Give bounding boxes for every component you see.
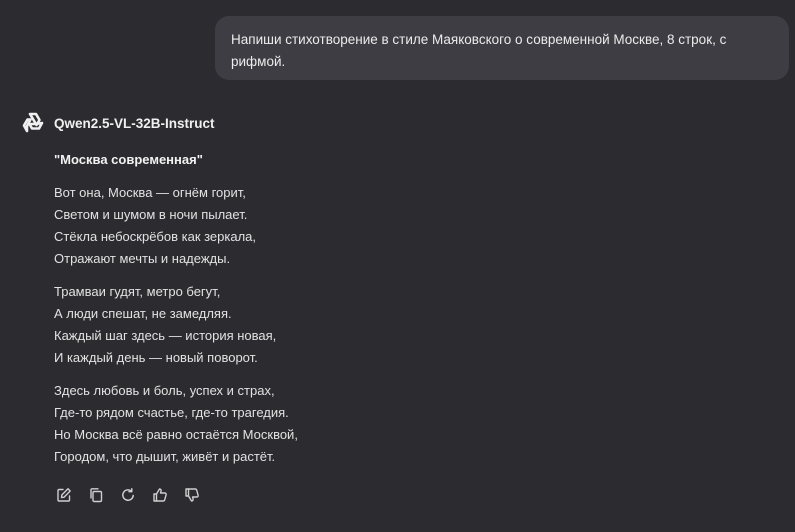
poem-line: Вот она, Москва — огнём горит, xyxy=(54,185,246,200)
poem-line: Городом, что дышит, живёт и растёт. xyxy=(54,449,276,464)
assistant-header: Qwen2.5-VL-32B-Instruct xyxy=(20,110,215,136)
thumbs-up-icon xyxy=(153,488,167,502)
poem-line: Здесь любовь и боль, успех и страх, xyxy=(54,383,275,398)
copy-icon xyxy=(90,488,103,503)
qwen-logo-icon xyxy=(20,110,46,136)
poem-line: И каждый день — новый поворот. xyxy=(54,350,258,365)
poem-stanza: Трамваи гудят, метро бегут, А люди спеша… xyxy=(54,281,754,369)
poem-line: Отражают мечты и надежды. xyxy=(54,251,231,266)
poem-line: Трамваи гудят, метро бегут, xyxy=(54,284,221,299)
poem-title: "Москва современная" xyxy=(54,152,203,167)
poem-line: Стёкла небоскрёбов как зеркала, xyxy=(54,229,257,244)
assistant-response: "Москва современная" Вот она, Москва — о… xyxy=(54,150,754,479)
poem-stanza: Здесь любовь и боль, успех и страх, Где-… xyxy=(54,380,754,468)
user-message-text: Напиши стихотворение в стиле Маяковского… xyxy=(231,32,727,69)
poem-line: А люди спешат, не замедляя. xyxy=(54,306,232,321)
thumbs-up-button[interactable] xyxy=(152,484,184,506)
thumbs-down-icon xyxy=(185,488,199,502)
user-message-bubble: Напиши стихотворение в стиле Маяковского… xyxy=(215,16,789,80)
copy-button[interactable] xyxy=(88,484,120,506)
poem-line: Где-то рядом счастье, где-то трагедия. xyxy=(54,405,289,420)
thumbs-down-button[interactable] xyxy=(184,484,216,506)
edit-icon xyxy=(57,488,71,502)
edit-button[interactable] xyxy=(56,484,88,506)
regenerate-icon xyxy=(122,488,134,501)
poem-line: Светом и шумом в ночи пылает. xyxy=(54,207,248,222)
poem-line: Но Москва всё равно остаётся Москвой, xyxy=(54,427,298,442)
poem-line: Каждый шаг здесь — история новая, xyxy=(54,328,277,343)
chat-page: Напиши стихотворение в стиле Маяковского… xyxy=(0,0,795,532)
poem-stanza: Вот она, Москва — огнём горит, Светом и … xyxy=(54,182,754,270)
model-name: Qwen2.5-VL-32B-Instruct xyxy=(54,115,215,131)
regenerate-button[interactable] xyxy=(120,484,152,506)
message-actions xyxy=(56,484,216,506)
